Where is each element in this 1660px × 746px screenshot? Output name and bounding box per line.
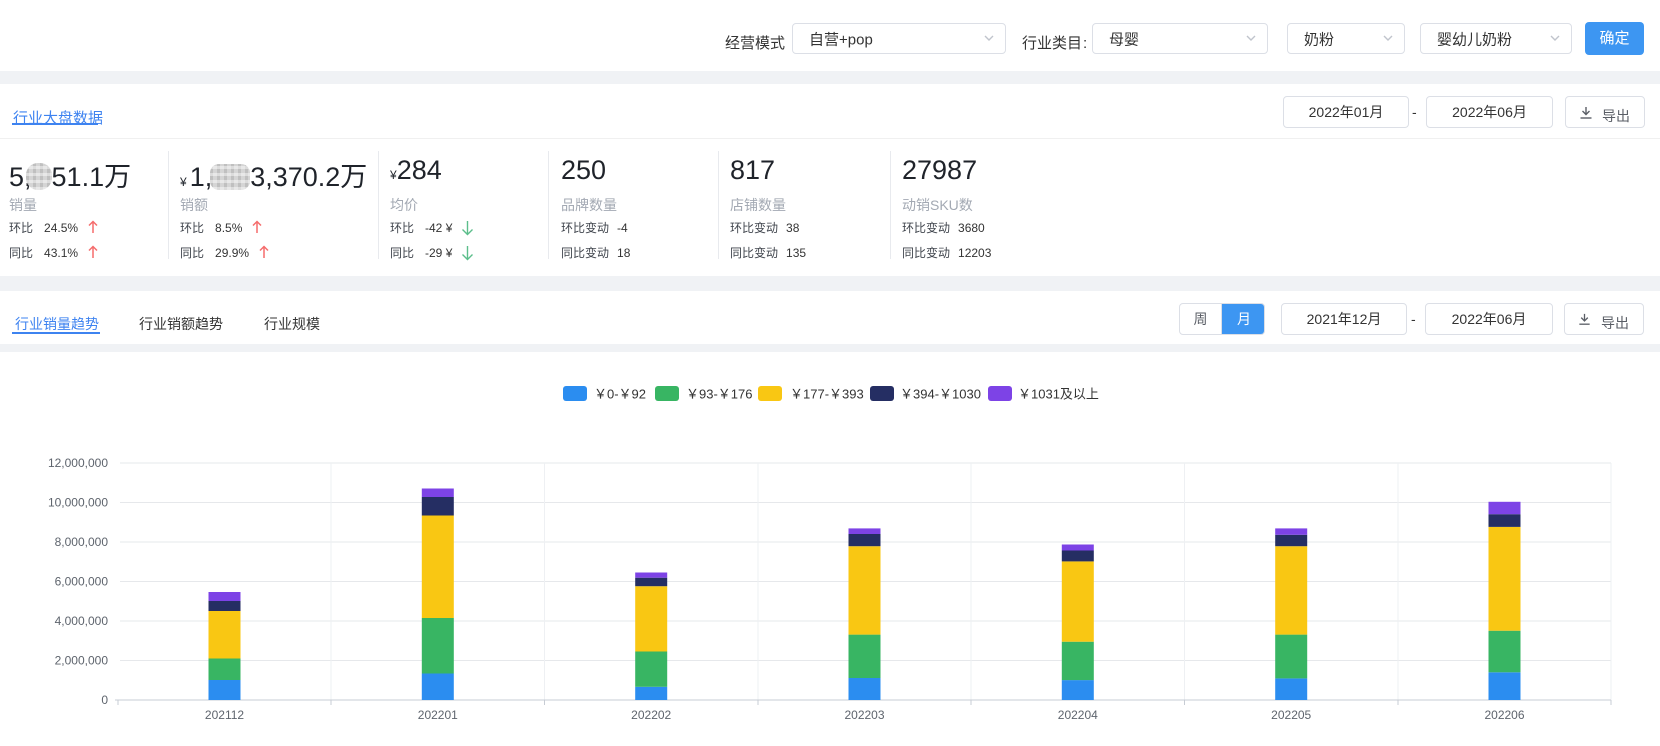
svg-text:202112: 202112: [205, 708, 244, 722]
svg-text:202203: 202203: [844, 708, 884, 722]
svg-text:202201: 202201: [418, 708, 458, 722]
svg-text:8,000,000: 8,000,000: [55, 535, 109, 549]
svg-text:￥177-￥393: ￥177-￥393: [790, 387, 864, 402]
svg-text:￥394-￥1030: ￥394-￥1030: [900, 387, 981, 402]
svg-text:202206: 202206: [1484, 708, 1524, 722]
svg-text:0: 0: [101, 693, 108, 707]
svg-text:4,000,000: 4,000,000: [55, 614, 109, 628]
svg-text:202204: 202204: [1058, 708, 1098, 722]
svg-text:￥1031及以上: ￥1031及以上: [1018, 387, 1099, 402]
svg-text:12,000,000: 12,000,000: [48, 456, 108, 470]
svg-text:6,000,000: 6,000,000: [55, 575, 109, 589]
svg-text:2,000,000: 2,000,000: [55, 654, 109, 668]
svg-text:202202: 202202: [631, 708, 671, 722]
svg-text:10,000,000: 10,000,000: [48, 496, 108, 510]
svg-text:202205: 202205: [1271, 708, 1311, 722]
svg-text:￥93-￥176: ￥93-￥176: [686, 387, 752, 402]
svg-text:￥0-￥92: ￥0-￥92: [594, 387, 646, 402]
